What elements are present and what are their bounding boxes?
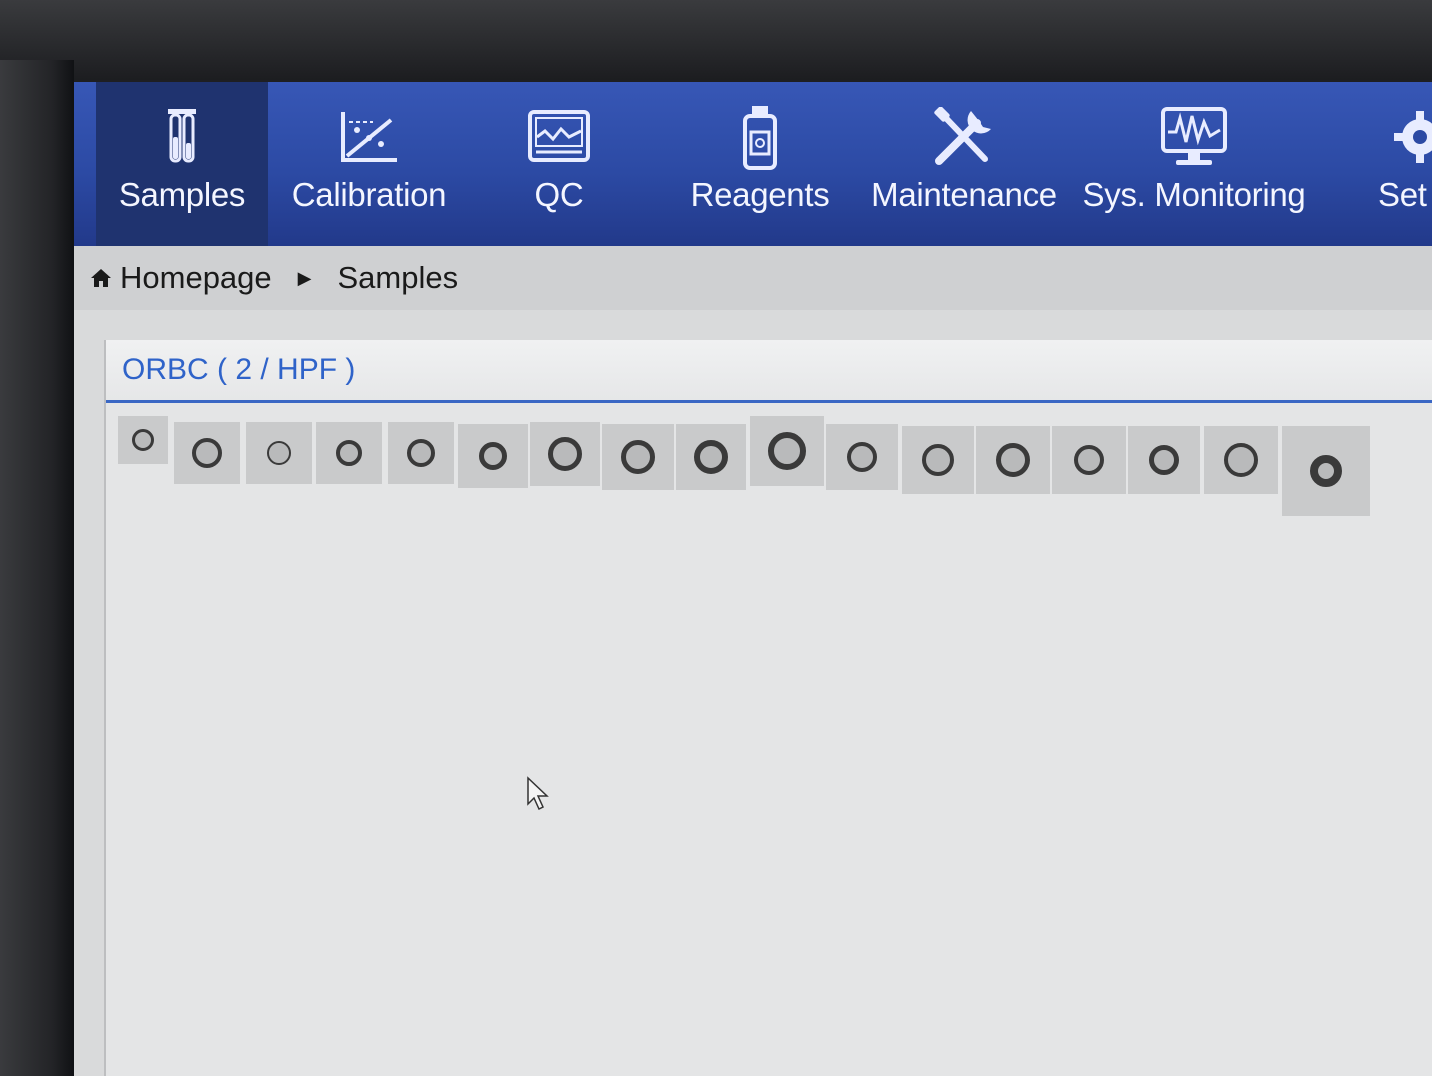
nav-item-label: QC (534, 176, 584, 213)
sample-tubes-icon (162, 102, 202, 172)
cell-image[interactable] (246, 422, 312, 484)
cell-image[interactable] (602, 424, 674, 490)
cell-image[interactable] (826, 424, 898, 490)
monitor-waveform-icon (1160, 102, 1228, 172)
cell-image[interactable] (174, 422, 240, 484)
monitor-bezel-left (0, 60, 74, 1076)
nav-item-maintenance[interactable]: Maintenance (864, 82, 1064, 246)
cell-image[interactable] (1204, 426, 1278, 494)
cell-ring (621, 440, 655, 474)
cell-image[interactable] (1052, 426, 1126, 494)
cell-image[interactable] (1128, 426, 1200, 494)
orbc-panel: ORBC ( 2 / HPF ) (104, 340, 1432, 1076)
nav-item-label: Samples (118, 176, 246, 213)
breadcrumb: Homepage ▶ Samples (74, 246, 1432, 310)
cell-image[interactable] (676, 424, 746, 490)
cell-ring (548, 437, 582, 471)
tools-icon (931, 102, 997, 172)
breadcrumb-home-link[interactable]: Homepage (120, 260, 272, 296)
top-navigation-bar: Samples Calibration QC Reagents Maintena… (74, 82, 1432, 246)
nav-item-qc[interactable]: QC (494, 82, 624, 246)
cell-ring (1310, 455, 1342, 487)
panel-header: ORBC ( 2 / HPF ) (106, 340, 1432, 403)
cell-image[interactable] (458, 424, 528, 488)
nav-item-label: Set (1378, 176, 1427, 213)
nav-item-label: Reagents (690, 176, 830, 213)
panel-title: ORBC ( 2 / HPF ) (122, 353, 356, 386)
cell-ring (407, 439, 435, 467)
gear-icon (1390, 102, 1432, 172)
triangle-right-icon: ▶ (297, 267, 312, 288)
cell-ring (768, 432, 806, 470)
monitor-bezel-top (0, 0, 1432, 80)
app-screen: Samples Calibration QC Reagents Maintena… (74, 82, 1432, 1076)
cell-image[interactable] (1282, 426, 1370, 516)
nav-item-label: Sys. Monitoring (1082, 176, 1306, 213)
cell-ring (1149, 445, 1179, 475)
cell-ring (996, 443, 1030, 477)
reagent-bottle-icon (740, 102, 780, 172)
nav-item-sys-monitoring[interactable]: Sys. Monitoring (1072, 82, 1316, 246)
cell-ring (267, 441, 291, 465)
cell-ring (847, 442, 877, 472)
nav-item-reagents[interactable]: Reagents (682, 82, 838, 246)
cell-ring (1074, 445, 1104, 475)
home-icon (91, 269, 111, 287)
cell-image[interactable] (976, 426, 1050, 494)
cell-ring (192, 438, 222, 468)
cell-ring (336, 440, 362, 466)
cell-image[interactable] (530, 422, 600, 486)
nav-item-calibration[interactable]: Calibration (284, 82, 454, 246)
cell-image[interactable] (118, 416, 168, 464)
cell-image[interactable] (316, 422, 382, 484)
nav-item-label: Calibration (291, 176, 447, 213)
cell-ring (922, 444, 954, 476)
nav-item-settings[interactable]: Set (1372, 82, 1432, 246)
mouse-cursor-icon (527, 776, 549, 811)
cell-ring (479, 442, 507, 470)
breadcrumb-current: Samples (337, 260, 459, 295)
cell-ring (1224, 443, 1258, 477)
cell-image[interactable] (902, 426, 974, 494)
cell-ring (132, 429, 154, 451)
qc-monitor-icon (527, 102, 591, 172)
nav-item-samples[interactable]: Samples (96, 82, 268, 246)
cell-image[interactable] (750, 416, 824, 486)
nav-item-label: Maintenance (871, 176, 1057, 213)
cell-ring (694, 440, 728, 474)
calibration-chart-icon (339, 102, 399, 172)
cell-image-strip (118, 416, 1418, 516)
cell-image[interactable] (388, 422, 454, 484)
